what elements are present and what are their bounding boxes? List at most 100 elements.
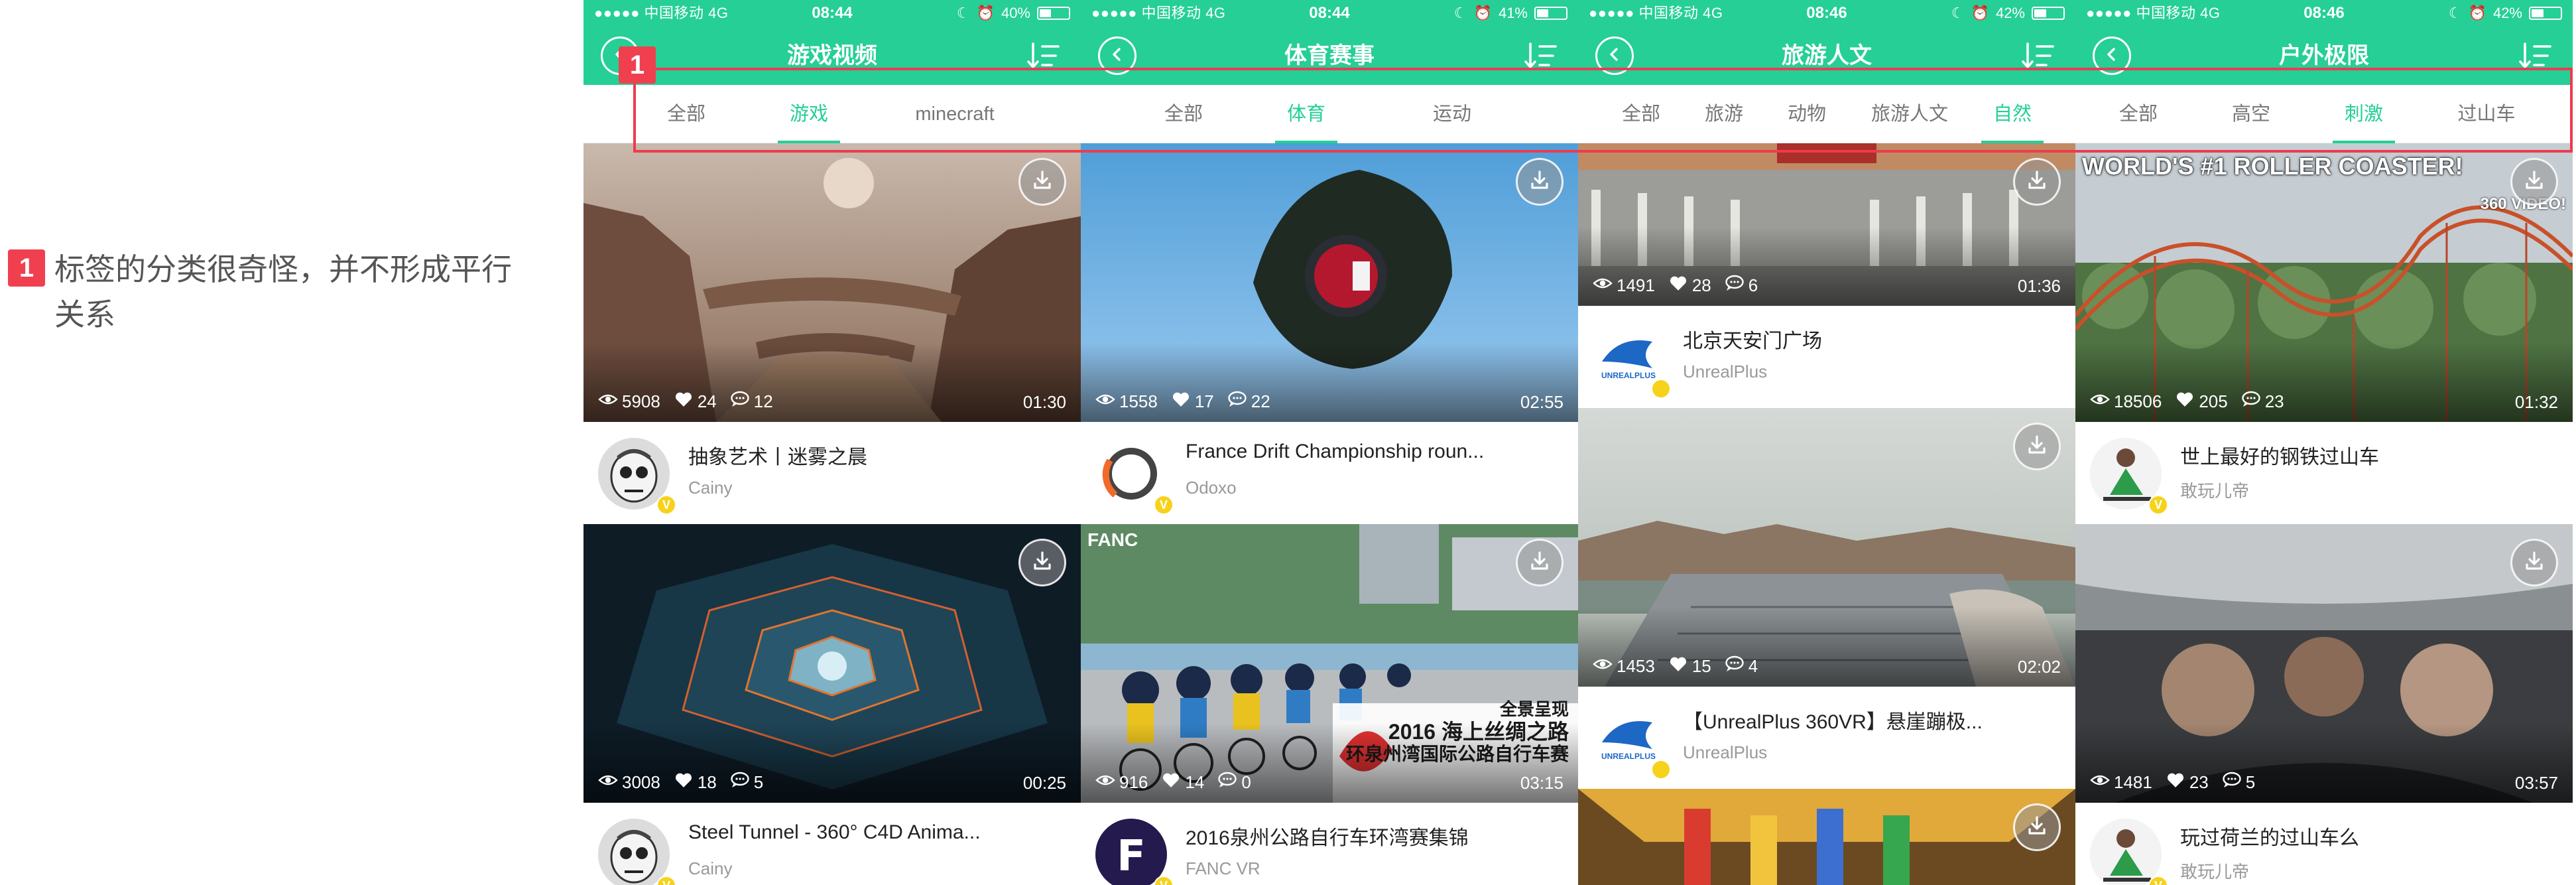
battery-fill — [1040, 9, 1051, 17]
verified-badge — [1651, 760, 1671, 780]
battery-icon — [1037, 7, 1070, 20]
status-bar: ●●●●● 中国移动 4G 08:44 ☾ ⏰ 41% — [1081, 0, 1578, 27]
video-thumbnail[interactable]: 5908 24 12 01:30 — [583, 143, 1081, 422]
video-info[interactable]: V 玩过荷兰的过山车么 敢玩儿帝 — [2075, 803, 2573, 885]
battery-percent: 40% — [1001, 5, 1030, 21]
comment-count: 6 — [1748, 275, 1758, 295]
video-info[interactable]: V Steel Tunnel - 360° C4D Anima... Cainy — [583, 803, 1081, 885]
comment-count: 5 — [753, 772, 764, 792]
video-thumbnail[interactable]: 1558 17 22 02:55 — [1081, 143, 1578, 422]
eye-icon — [1593, 655, 1617, 677]
video-title[interactable]: 世上最好的钢铁过山车 — [2180, 441, 2551, 470]
download-button[interactable] — [2013, 158, 2061, 206]
video-title[interactable]: Steel Tunnel - 360° C4D Anima... — [688, 821, 1060, 844]
alarm-icon: ⏰ — [2468, 5, 2486, 21]
video-card[interactable]: 1558 17 22 02:55 V France Drift Champion… — [1081, 143, 1578, 524]
download-icon — [2523, 169, 2545, 195]
download-button[interactable] — [1516, 539, 1564, 586]
alarm-icon: ⏰ — [1971, 5, 1989, 21]
heart-icon — [2175, 391, 2199, 413]
video-title[interactable]: France Drift Championship roun... — [1186, 441, 1557, 463]
sort-button[interactable] — [2518, 40, 2553, 72]
video-card[interactable]: 1453 15 4 02:02 UNREALPLUS 【UnrealPlus 3… — [1578, 408, 2075, 789]
video-info[interactable]: V 抽象艺术丨迷雾之晨 Cainy — [583, 422, 1081, 524]
video-card[interactable]: 5908 24 12 01:30 V 抽象艺术丨迷雾之晨 Cainy — [583, 143, 1081, 524]
video-author[interactable]: UnrealPlus — [1683, 362, 1767, 382]
video-author[interactable]: Cainy — [688, 858, 732, 879]
video-author[interactable]: FANC VR — [1186, 858, 1260, 879]
video-duration: 02:55 — [1520, 392, 1564, 412]
view-count: 1558 — [1119, 391, 1158, 411]
comment-count: 23 — [2264, 391, 2284, 411]
video-author[interactable]: UnrealPlus — [1683, 742, 1767, 763]
download-button[interactable] — [2510, 539, 2558, 586]
like-count: 205 — [2199, 391, 2228, 411]
video-thumbnail[interactable]: WORLD'S #1 ROLLER COASTER! 360 VIDEO! 185… — [2075, 143, 2573, 422]
view-count: 916 — [1119, 772, 1148, 792]
sort-button[interactable] — [1524, 40, 1558, 72]
author-avatar[interactable] — [2090, 819, 2162, 885]
heart-icon — [674, 391, 698, 413]
video-info[interactable]: UNREALPLUS 【UnrealPlus 360VR】悬崖蹦极... Unr… — [1578, 687, 2075, 789]
eye-icon — [2090, 391, 2114, 413]
video-card[interactable]: 3008 18 5 00:25 V Steel Tunnel - 360° C4… — [583, 524, 1081, 885]
download-button[interactable] — [2510, 158, 2558, 206]
sort-button[interactable] — [2021, 40, 2055, 72]
video-author[interactable]: Cainy — [688, 478, 732, 498]
video-info[interactable]: V France Drift Championship roun... Odox… — [1081, 422, 1578, 524]
like-count: 14 — [1185, 772, 1205, 792]
video-card[interactable]: FANC全景呈现2016 海上丝绸之路环泉州湾国际公路自行车赛 916 14 0… — [1081, 524, 1578, 885]
status-right: ☾ ⏰ 42% — [2449, 0, 2562, 27]
download-button[interactable] — [1516, 158, 1564, 206]
video-thumbnail[interactable]: 1453 15 4 02:02 — [1578, 408, 2075, 687]
video-author[interactable]: Odoxo — [1186, 478, 1237, 498]
likes-stat: 24 — [674, 391, 717, 413]
comment-icon — [1227, 391, 1251, 413]
author-avatar[interactable] — [598, 819, 670, 885]
like-count: 18 — [697, 772, 717, 792]
video-info[interactable]: V 世上最好的钢铁过山车 敢玩儿帝 — [2075, 422, 2573, 524]
like-count: 23 — [2189, 772, 2209, 792]
comments-stat: 5 — [730, 772, 763, 793]
video-stats: 1481 23 5 — [2090, 772, 2268, 793]
video-title[interactable]: 【UnrealPlus 360VR】悬崖蹦极... — [1683, 705, 2054, 734]
download-button[interactable] — [2013, 423, 2061, 470]
video-thumbnail[interactable]: 1491 28 6 01:36 — [1578, 143, 2075, 306]
video-title[interactable]: 2016泉州公路自行车环湾赛集锦 — [1186, 821, 1557, 851]
video-title[interactable]: 北京天安门广场 — [1683, 324, 2054, 354]
eye-icon — [1095, 391, 1119, 413]
download-button[interactable] — [2013, 803, 2061, 851]
eye-icon — [1095, 772, 1119, 793]
battery-fill — [2532, 9, 2544, 17]
video-thumbnail[interactable]: FANC全景呈现2016 海上丝绸之路环泉州湾国际公路自行车赛 916 14 0… — [1081, 524, 1578, 803]
video-card[interactable]: WORLD'S #1 ROLLER COASTER! 360 VIDEO! 185… — [2075, 143, 2573, 524]
video-thumbnail[interactable]: 1481 23 5 03:57 — [2075, 524, 2573, 803]
video-info[interactable]: UNREALPLUS 北京天安门广场 UnrealPlus — [1578, 306, 2075, 408]
download-button[interactable] — [1018, 158, 1066, 206]
video-card[interactable]: 1481 23 5 03:57 V 玩过荷兰的过山车么 敢玩儿帝 — [2075, 524, 2573, 885]
views-stat: 18506 — [2090, 391, 2162, 413]
video-stats: 916 14 0 — [1095, 772, 1264, 793]
eye-icon — [598, 772, 622, 793]
video-author[interactable]: 敢玩儿帝 — [2180, 478, 2249, 502]
battery-percent: 42% — [1995, 5, 2025, 21]
svg-text:F: F — [1117, 832, 1146, 881]
video-thumbnail[interactable] — [1578, 789, 2075, 885]
video-card[interactable] — [1578, 789, 2075, 885]
sort-button[interactable] — [1026, 40, 1061, 72]
heart-icon — [674, 772, 698, 793]
likes-stat: 14 — [1161, 772, 1204, 793]
comments-stat: 12 — [730, 391, 773, 413]
video-title[interactable]: 抽象艺术丨迷雾之晨 — [688, 441, 1060, 470]
video-author[interactable]: 敢玩儿帝 — [2180, 858, 2249, 883]
battery-icon — [1534, 7, 1567, 20]
video-title[interactable]: 玩过荷兰的过山车么 — [2180, 821, 2551, 851]
author-avatar[interactable]: F — [1095, 819, 1167, 885]
video-card[interactable]: 1491 28 6 01:36 UNREALPLUS 北京天安门广场 Unrea… — [1578, 143, 2075, 408]
video-info[interactable]: F V 2016泉州公路自行车环湾赛集锦 FANC VR — [1081, 803, 1578, 885]
video-thumbnail[interactable]: 3008 18 5 00:25 — [583, 524, 1081, 803]
avatar-logo-text: UNREALPLUS — [1601, 371, 1656, 380]
view-count: 1491 — [1617, 275, 1655, 295]
views-stat: 1481 — [2090, 772, 2152, 793]
download-button[interactable] — [1018, 539, 1066, 586]
